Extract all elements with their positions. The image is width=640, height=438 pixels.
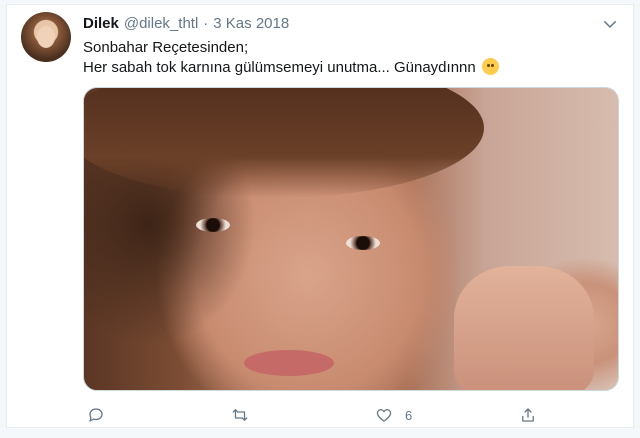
retweet-icon [232,409,248,421]
tweet-date[interactable]: 3 Kas 2018 [213,15,289,32]
tweet-text-line-2-text: Her sabah tok karnına gülümsemeyi unutma… [83,59,476,76]
photo-eye-right [346,236,380,250]
photo-hair [84,88,484,198]
reply-button[interactable] [87,405,105,425]
share-icon [522,408,534,422]
hugging-face-emoji-icon [481,58,499,75]
author-handle[interactable]: @dilek_thtl [124,15,198,32]
tweet-actions: 6 [83,405,553,425]
tweet-photo[interactable] [83,87,619,391]
share-button[interactable] [519,405,537,425]
photo-hand [454,266,594,390]
photo-eye-left [196,218,230,232]
chevron-down-icon[interactable] [601,15,619,33]
separator-dot: · [203,15,209,32]
tweet-card[interactable]: Dilek @dilek_thtl · 3 Kas 2018 Sonbahar … [6,4,634,428]
author-name[interactable]: Dilek [83,15,119,32]
retweet-button[interactable] [231,405,249,425]
avatar[interactable] [21,12,71,62]
tweet-text-line-1: Sonbahar Reçetesinden; [83,39,249,56]
like-count: 6 [405,407,413,423]
tweet-text: Sonbahar Reçetesinden; Her sabah tok kar… [83,38,613,78]
like-button[interactable]: 6 [375,405,412,425]
heart-icon [376,409,392,422]
reply-icon [89,408,103,422]
tweet-text-line-2: Her sabah tok karnına gülümsemeyi unutma… [83,58,613,78]
photo-lips [244,350,334,376]
tweet-header: Dilek @dilek_thtl · 3 Kas 2018 [83,15,289,35]
